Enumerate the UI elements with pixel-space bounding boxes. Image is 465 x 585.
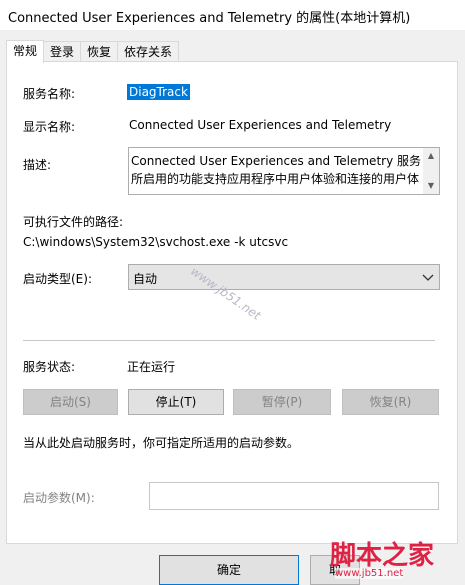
startup-type-value: 自动 bbox=[133, 272, 158, 286]
tab-general[interactable]: 常规 bbox=[6, 40, 45, 63]
status-label: 服务状态: bbox=[23, 360, 76, 374]
startup-type-select[interactable]: 自动 bbox=[128, 264, 440, 290]
section-divider bbox=[23, 340, 435, 341]
resume-button[interactable]: 恢复(R) bbox=[342, 389, 439, 415]
window-title: Connected User Experiences and Telemetry… bbox=[8, 11, 411, 26]
tab-dependencies[interactable]: 依存关系 bbox=[117, 41, 180, 63]
start-button[interactable]: 启动(S) bbox=[23, 389, 118, 415]
display-name-label: 显示名称: bbox=[23, 120, 76, 134]
scroll-up-icon[interactable]: ▲ bbox=[423, 148, 439, 164]
ok-button[interactable]: 确定 bbox=[159, 555, 299, 585]
tab-strip: 常规 登录 恢复 依存关系 bbox=[6, 40, 180, 63]
watermark-logo-url: www.jb51.net bbox=[335, 568, 404, 579]
description-text: Connected User Experiences and Telemetry… bbox=[131, 154, 421, 186]
status-value: 正在运行 bbox=[127, 360, 176, 374]
startup-params-hint: 当从此处启动服务时，你可指定所适用的启动参数。 bbox=[23, 436, 300, 450]
title-bar: Connected User Experiences and Telemetry… bbox=[0, 0, 465, 30]
tab-recovery[interactable]: 恢复 bbox=[80, 41, 119, 63]
chevron-down-icon bbox=[422, 274, 434, 281]
display-name-value[interactable]: Connected User Experiences and Telemetry bbox=[129, 118, 391, 132]
service-name-label: 服务名称: bbox=[23, 87, 76, 101]
description-scrollbar[interactable]: ▲ ▼ bbox=[423, 148, 439, 194]
params-label: 启动参数(M): bbox=[23, 491, 95, 505]
service-name-value[interactable]: DiagTrack bbox=[127, 84, 190, 100]
path-value[interactable]: C:\windows\System32\svchost.exe -k utcsv… bbox=[23, 235, 288, 249]
scroll-down-icon[interactable]: ▼ bbox=[423, 178, 439, 194]
startup-type-label: 启动类型(E): bbox=[23, 272, 92, 286]
pause-button[interactable]: 暂停(P) bbox=[233, 389, 331, 415]
tab-logon[interactable]: 登录 bbox=[43, 41, 82, 63]
stop-button[interactable]: 停止(T) bbox=[128, 389, 224, 415]
path-label: 可执行文件的路径: bbox=[23, 215, 124, 229]
description-textbox[interactable]: Connected User Experiences and Telemetry… bbox=[128, 147, 440, 195]
params-input[interactable] bbox=[149, 482, 439, 510]
description-label: 描述: bbox=[23, 158, 52, 172]
watermark-logo-text: 脚本之家 bbox=[330, 541, 435, 571]
